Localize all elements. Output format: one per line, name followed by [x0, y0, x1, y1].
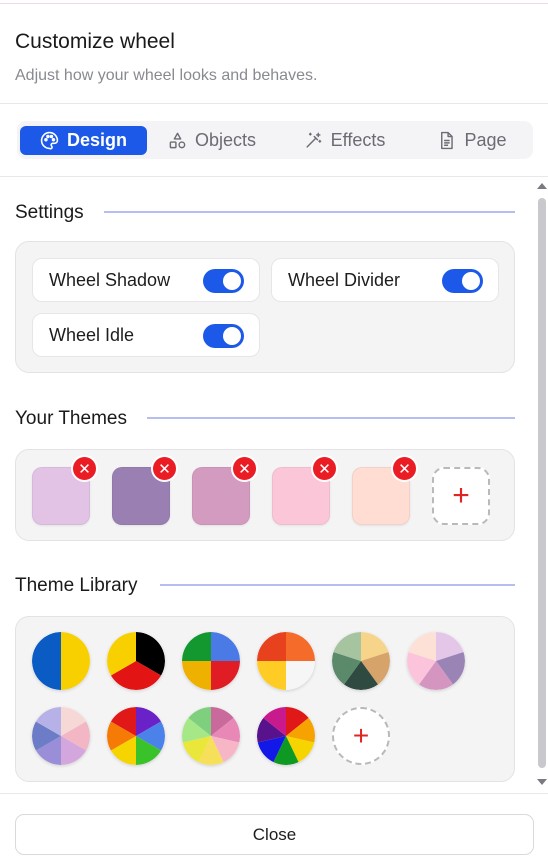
scrollbar-thumb[interactable] [538, 198, 546, 768]
remove-theme-icon[interactable]: ✕ [311, 455, 338, 482]
palette-icon [40, 131, 59, 150]
add-library-theme-button[interactable]: + [332, 707, 390, 765]
tab-objects[interactable]: Objects [157, 126, 267, 155]
library-theme-wheel[interactable] [182, 707, 240, 765]
wheel-divider-switch[interactable] [442, 269, 483, 293]
wheel-slice [286, 632, 315, 661]
document-icon [441, 131, 454, 150]
add-theme-button[interactable]: + [432, 467, 490, 525]
library-theme-wheel[interactable] [257, 632, 315, 690]
library-theme-wheel[interactable] [107, 707, 165, 765]
library-theme-wheel[interactable] [407, 632, 465, 690]
toggle-row-wheel-idle[interactable]: Wheel Idle [32, 313, 260, 357]
scrollbar[interactable] [535, 176, 548, 793]
wheel-slice [32, 632, 61, 690]
tab-effects[interactable]: Effects [287, 126, 402, 155]
library-theme-wheel[interactable] [107, 632, 165, 690]
settings-scroll-area[interactable]: Settings Wheel Shadow Wheel Divider Whee… [0, 176, 548, 793]
wheel-shadow-switch[interactable] [203, 269, 244, 293]
remove-theme-icon[interactable]: ✕ [151, 455, 178, 482]
remove-theme-icon[interactable]: ✕ [231, 455, 258, 482]
library-theme-wheel[interactable] [32, 632, 90, 690]
wheel-slice [211, 661, 240, 690]
wheel-slice [257, 632, 286, 661]
settings-card: Wheel Shadow Wheel Divider Wheel Idle [15, 241, 515, 373]
wheel-slice [61, 632, 90, 690]
your-themes-section-title: Your Themes [15, 408, 127, 429]
toggle-row-wheel-shadow[interactable]: Wheel Shadow [32, 258, 260, 302]
remove-theme-icon[interactable]: ✕ [391, 455, 418, 482]
settings-divider [104, 211, 515, 213]
wheel-divider-label: Wheel Divider [288, 269, 401, 290]
scroll-up-arrow[interactable] [537, 183, 547, 189]
tab-design[interactable]: Design [20, 126, 147, 155]
tab-effects-label: Effects [330, 130, 386, 150]
wheel-slice [211, 632, 240, 661]
library-theme-wheel[interactable] [32, 707, 90, 765]
magic-wand-icon [306, 132, 321, 148]
your-themes-card: ✕ ✕ ✕ ✕ ✕ + [15, 449, 515, 541]
library-theme-wheel[interactable] [182, 632, 240, 690]
library-theme-wheel[interactable] [332, 632, 390, 690]
wheel-slice [286, 661, 315, 690]
wheel-idle-switch[interactable] [203, 324, 244, 348]
wheel-slice [182, 632, 211, 661]
wheel-slice [257, 661, 286, 690]
wheel-idle-label: Wheel Idle [49, 324, 135, 345]
tab-design-label: Design [66, 130, 127, 150]
theme-library-divider [160, 584, 515, 586]
tab-page[interactable]: Page [422, 126, 522, 155]
dialog-footer: Close [0, 793, 548, 864]
close-button[interactable]: Close [15, 814, 534, 855]
dialog-subtitle: Adjust how your wheel looks and behaves. [15, 67, 318, 84]
wheel-shadow-label: Wheel Shadow [49, 269, 171, 290]
plus-icon: + [352, 720, 370, 751]
shapes-icon [169, 132, 186, 149]
settings-section-title: Settings [15, 202, 84, 223]
plus-icon: + [452, 479, 470, 512]
tab-bar: Design Objects Effects Page [17, 121, 533, 159]
wheel-slice [182, 661, 211, 690]
theme-library-card: + [15, 616, 515, 782]
switch-knob [462, 272, 480, 290]
your-themes-divider [147, 417, 515, 419]
library-theme-wheel[interactable] [257, 707, 315, 765]
switch-knob [223, 272, 241, 290]
dialog-title: Customize wheel [15, 30, 175, 53]
tab-objects-label: Objects [194, 130, 257, 150]
switch-knob [223, 327, 241, 345]
dialog-header: Customize wheel Adjust how your wheel lo… [0, 0, 548, 104]
theme-library-section-title: Theme Library [15, 575, 138, 596]
toggle-row-wheel-divider[interactable]: Wheel Divider [271, 258, 499, 302]
scroll-down-arrow[interactable] [537, 779, 547, 785]
remove-theme-icon[interactable]: ✕ [71, 455, 98, 482]
tab-page-label: Page [464, 130, 507, 150]
